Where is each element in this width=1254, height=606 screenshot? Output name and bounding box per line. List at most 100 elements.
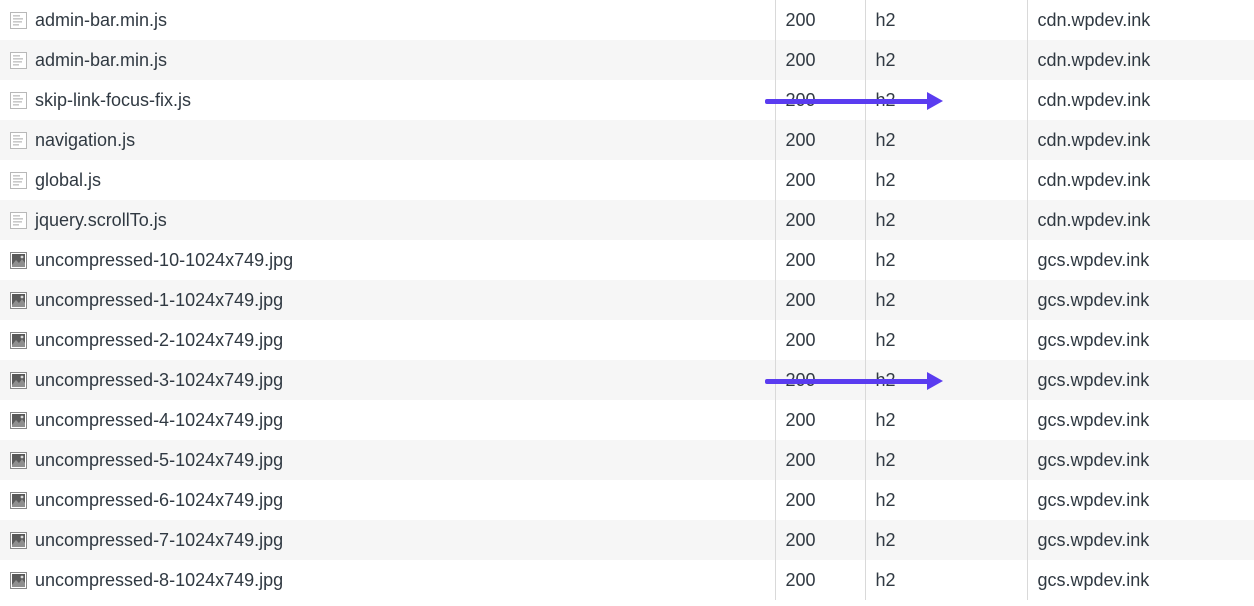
cell-status: 200 <box>775 400 865 440</box>
file-name: uncompressed-4-1024x749.jpg <box>35 410 283 430</box>
table-row[interactable]: uncompressed-2-1024x749.jpg 200h2gcs.wpde… <box>0 320 1254 360</box>
table-row[interactable]: uncompressed-5-1024x749.jpg200h2gcs.wpde… <box>0 440 1254 480</box>
script-file-icon <box>10 172 27 189</box>
cell-name[interactable]: skip-link-focus-fix.js <box>0 80 775 120</box>
file-name: uncompressed-5-1024x749.jpg <box>35 450 283 470</box>
cell-domain: gcs.wpdev.ink <box>1027 560 1254 600</box>
cell-protocol: h2 <box>865 120 1027 160</box>
file-name: uncompressed-10-1024x749.jpg <box>35 250 293 270</box>
cell-name[interactable]: uncompressed-8-1024x749.jpg <box>0 560 775 600</box>
cell-domain: cdn.wpdev.ink <box>1027 160 1254 200</box>
cell-protocol: h2 <box>865 240 1027 280</box>
image-file-icon <box>10 292 27 309</box>
table-row[interactable]: admin-bar.min.js 200h2cdn.wpdev.ink <box>0 40 1254 80</box>
cell-domain: gcs.wpdev.ink <box>1027 320 1254 360</box>
script-file-icon <box>10 92 27 109</box>
cell-protocol: h2 <box>865 360 1027 400</box>
image-file-icon <box>10 572 27 589</box>
cell-domain: cdn.wpdev.ink <box>1027 120 1254 160</box>
table-row[interactable]: uncompressed-6-1024x749.jpg 200h2gcs.wpde… <box>0 480 1254 520</box>
image-file-icon <box>10 452 27 469</box>
table-row[interactable]: uncompressed-4-1024x749.jpg 200h2gcs.wpde… <box>0 400 1254 440</box>
cell-status: 200 <box>775 480 865 520</box>
table-row[interactable]: admin-bar.min.js200h2cdn.wpdev.ink <box>0 0 1254 40</box>
cell-domain: gcs.wpdev.ink <box>1027 480 1254 520</box>
cell-name[interactable]: uncompressed-6-1024x749.jpg <box>0 480 775 520</box>
cell-protocol: h2 <box>865 200 1027 240</box>
image-file-icon <box>10 332 27 349</box>
table-row[interactable]: skip-link-focus-fix.js200h2cdn.wpdev.ink <box>0 80 1254 120</box>
cell-status: 200 <box>775 200 865 240</box>
cell-name[interactable]: global.js <box>0 160 775 200</box>
table-row[interactable]: uncompressed-8-1024x749.jpg 200h2gcs.wpde… <box>0 560 1254 600</box>
cell-status: 200 <box>775 280 865 320</box>
image-file-icon <box>10 252 27 269</box>
cell-status: 200 <box>775 0 865 40</box>
cell-status: 200 <box>775 240 865 280</box>
file-name: navigation.js <box>35 130 135 150</box>
cell-status: 200 <box>775 560 865 600</box>
cell-protocol: h2 <box>865 560 1027 600</box>
cell-protocol: h2 <box>865 280 1027 320</box>
image-file-icon <box>10 372 27 389</box>
cell-domain: gcs.wpdev.ink <box>1027 280 1254 320</box>
table-row[interactable]: jquery.scrollTo.js 200h2cdn.wpdev.ink <box>0 200 1254 240</box>
cell-name[interactable]: admin-bar.min.js <box>0 0 775 40</box>
table-row[interactable]: uncompressed-7-1024x749.jpg200h2gcs.wpde… <box>0 520 1254 560</box>
table-row[interactable]: global.js 200h2cdn.wpdev.ink <box>0 160 1254 200</box>
table-row[interactable]: uncompressed-10-1024x749.jpg200h2gcs.wpd… <box>0 240 1254 280</box>
cell-status: 200 <box>775 160 865 200</box>
cell-status: 200 <box>775 520 865 560</box>
cell-status: 200 <box>775 120 865 160</box>
cell-name[interactable]: navigation.js <box>0 120 775 160</box>
cell-name[interactable]: uncompressed-5-1024x749.jpg <box>0 440 775 480</box>
cell-domain: gcs.wpdev.ink <box>1027 520 1254 560</box>
cell-name[interactable]: jquery.scrollTo.js <box>0 200 775 240</box>
cell-domain: cdn.wpdev.ink <box>1027 40 1254 80</box>
cell-status: 200 <box>775 80 865 120</box>
file-name: skip-link-focus-fix.js <box>35 90 191 110</box>
file-name: uncompressed-6-1024x749.jpg <box>35 490 283 510</box>
image-file-icon <box>10 532 27 549</box>
cell-name[interactable]: uncompressed-3-1024x749.jpg <box>0 360 775 400</box>
cell-status: 200 <box>775 320 865 360</box>
table-row[interactable]: navigation.js 200h2cdn.wpdev.ink <box>0 120 1254 160</box>
file-name: jquery.scrollTo.js <box>35 210 167 230</box>
cell-name[interactable]: uncompressed-7-1024x749.jpg <box>0 520 775 560</box>
cell-domain: gcs.wpdev.ink <box>1027 360 1254 400</box>
network-panel: admin-bar.min.js200h2cdn.wpdev.inkadmin-… <box>0 0 1254 600</box>
file-name: uncompressed-3-1024x749.jpg <box>35 370 283 390</box>
network-table: admin-bar.min.js200h2cdn.wpdev.inkadmin-… <box>0 0 1254 600</box>
script-file-icon <box>10 132 27 149</box>
cell-status: 200 <box>775 40 865 80</box>
cell-protocol: h2 <box>865 40 1027 80</box>
file-name: uncompressed-7-1024x749.jpg <box>35 530 283 550</box>
cell-name[interactable]: uncompressed-2-1024x749.jpg <box>0 320 775 360</box>
cell-name[interactable]: uncompressed-4-1024x749.jpg <box>0 400 775 440</box>
file-name: uncompressed-2-1024x749.jpg <box>35 330 283 350</box>
cell-domain: cdn.wpdev.ink <box>1027 80 1254 120</box>
file-name: uncompressed-1-1024x749.jpg <box>35 290 283 310</box>
table-row[interactable]: uncompressed-1-1024x749.jpg 200h2gcs.wpde… <box>0 280 1254 320</box>
cell-domain: cdn.wpdev.ink <box>1027 0 1254 40</box>
cell-protocol: h2 <box>865 480 1027 520</box>
cell-domain: gcs.wpdev.ink <box>1027 440 1254 480</box>
cell-protocol: h2 <box>865 400 1027 440</box>
table-row[interactable]: uncompressed-3-1024x749.jpg 200h2gcs.wpde… <box>0 360 1254 400</box>
cell-status: 200 <box>775 360 865 400</box>
cell-protocol: h2 <box>865 440 1027 480</box>
image-file-icon <box>10 412 27 429</box>
script-file-icon <box>10 12 27 29</box>
file-name: global.js <box>35 170 101 190</box>
cell-name[interactable]: uncompressed-1-1024x749.jpg <box>0 280 775 320</box>
cell-domain: gcs.wpdev.ink <box>1027 400 1254 440</box>
file-name: uncompressed-8-1024x749.jpg <box>35 570 283 590</box>
script-file-icon <box>10 52 27 69</box>
cell-protocol: h2 <box>865 320 1027 360</box>
cell-domain: cdn.wpdev.ink <box>1027 200 1254 240</box>
cell-name[interactable]: uncompressed-10-1024x749.jpg <box>0 240 775 280</box>
file-name: admin-bar.min.js <box>35 50 167 70</box>
cell-protocol: h2 <box>865 160 1027 200</box>
cell-name[interactable]: admin-bar.min.js <box>0 40 775 80</box>
image-file-icon <box>10 492 27 509</box>
